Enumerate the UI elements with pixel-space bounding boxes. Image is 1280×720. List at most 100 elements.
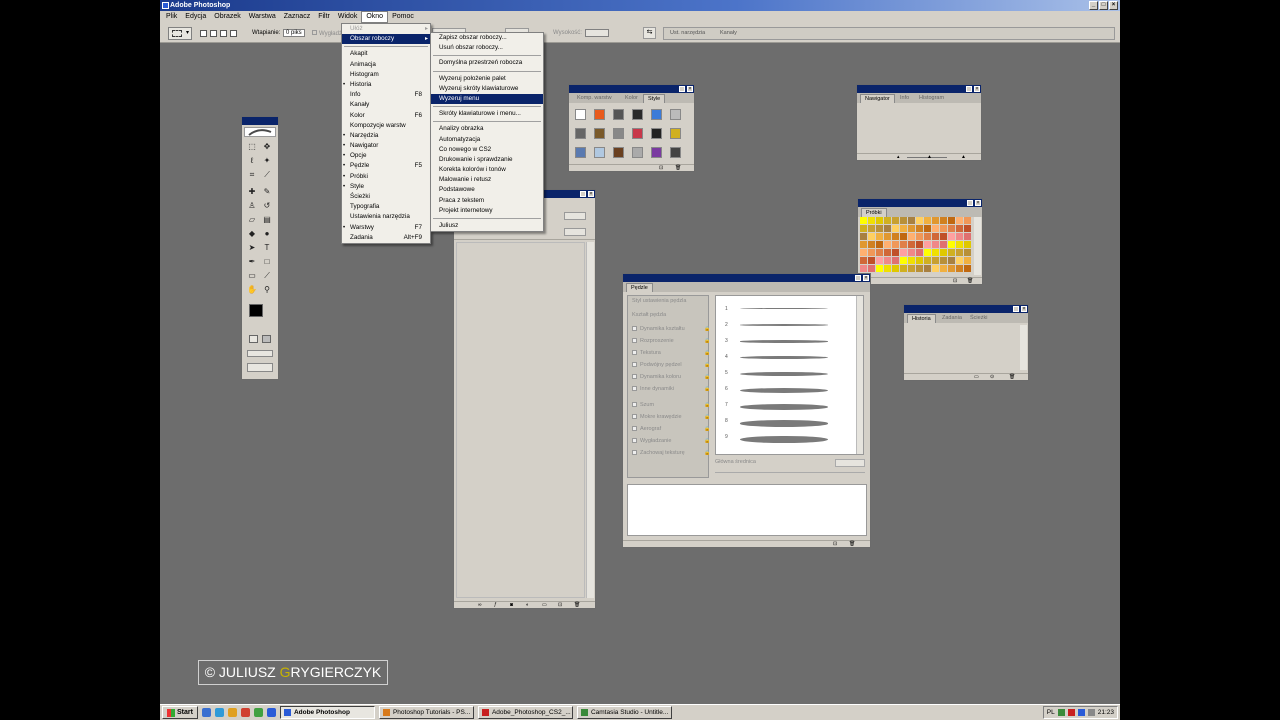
- new-swatch-icon[interactable]: ⊡: [953, 278, 957, 284]
- brush-option-row[interactable]: Tekstura 🔒: [632, 350, 710, 356]
- menu-item[interactable]: Wyzeruj położenie palet: [431, 74, 543, 84]
- color-swatch[interactable]: [932, 217, 939, 224]
- color-swatch[interactable]: [924, 257, 931, 264]
- lock-icon[interactable]: 🔒: [704, 326, 710, 332]
- lock-icon[interactable]: 🔒: [704, 426, 710, 432]
- menu-item[interactable]: Info F8: [342, 90, 430, 100]
- color-swatch[interactable]: [964, 225, 971, 232]
- color-swatch[interactable]: [860, 257, 867, 264]
- color-swatch[interactable]: [900, 265, 907, 272]
- color-swatch[interactable]: [908, 225, 915, 232]
- color-swatch[interactable]: [860, 241, 867, 248]
- color-swatch[interactable]: [916, 233, 923, 240]
- brush-option-row[interactable]: Aerograf 🔒: [632, 426, 710, 432]
- menu-item[interactable]: Usuń obszar roboczy...: [431, 43, 543, 53]
- brush-presets-label[interactable]: Styl ustawienia pędzla: [632, 298, 686, 304]
- selection-mode-buttons[interactable]: [198, 27, 242, 40]
- feather-logo-icon[interactable]: [244, 127, 276, 137]
- minimize-palette-button[interactable]: [855, 275, 861, 281]
- style-swatch[interactable]: [670, 147, 681, 158]
- lock-icon[interactable]: 🔒: [704, 438, 710, 444]
- menu-item[interactable]: Domyślna przestrzeń robocza: [431, 58, 543, 68]
- close-button[interactable]: ×: [1109, 1, 1118, 10]
- menu-item[interactable]: Juliusz: [431, 221, 543, 231]
- tab-histogram[interactable]: Histogram: [915, 94, 948, 103]
- color-swatch[interactable]: [916, 241, 923, 248]
- gradient-tool-icon[interactable]: ▤: [262, 215, 272, 225]
- delete-layer-icon[interactable]: 🗑: [574, 602, 580, 608]
- menu-zaznacz[interactable]: Zaznacz: [280, 11, 314, 23]
- lock-icon[interactable]: 🔒: [704, 374, 710, 380]
- start-button[interactable]: Start: [162, 706, 198, 719]
- brush-option-checkbox[interactable]: [632, 414, 637, 419]
- type-tool-icon[interactable]: T: [262, 243, 272, 253]
- color-swatch[interactable]: [876, 265, 883, 272]
- lock-icon[interactable]: 🔒: [704, 414, 710, 420]
- color-swatch[interactable]: [940, 225, 947, 232]
- menu-item[interactable]: Animacja: [342, 60, 430, 70]
- color-swatch[interactable]: [948, 241, 955, 248]
- brush-option-row[interactable]: Inne dynamiki 🔒: [632, 386, 710, 392]
- color-swatch[interactable]: [900, 217, 907, 224]
- color-swatch[interactable]: [876, 233, 883, 240]
- brush-option-checkbox[interactable]: [632, 438, 637, 443]
- brush-option-checkbox[interactable]: [632, 362, 637, 367]
- color-swatch[interactable]: [916, 257, 923, 264]
- menu-item[interactable]: • Pędzle F5: [342, 161, 430, 171]
- brush-option-checkbox[interactable]: [632, 374, 637, 379]
- notes-tool-icon[interactable]: ▭: [247, 271, 257, 281]
- maximize-button[interactable]: □: [1099, 1, 1108, 10]
- new-style-icon[interactable]: ⊡: [659, 165, 663, 171]
- color-swatch[interactable]: [924, 233, 931, 240]
- brush-stroke-sample[interactable]: [740, 340, 828, 343]
- delete-state-icon[interactable]: 🗑: [1009, 374, 1015, 380]
- taskbar-button[interactable]: Photoshop Tutorials - PS...: [378, 706, 474, 719]
- color-swatch[interactable]: [876, 241, 883, 248]
- new-snapshot-icon[interactable]: ⊙: [990, 374, 994, 380]
- new-layer-icon[interactable]: ⊡: [558, 602, 562, 608]
- color-swatch[interactable]: [860, 265, 867, 272]
- minimize-palette-button[interactable]: [966, 86, 972, 92]
- color-swatch[interactable]: [964, 241, 971, 248]
- menu-item[interactable]: Kompozycje warstw: [342, 121, 430, 131]
- color-swatch[interactable]: [956, 241, 963, 248]
- swatches-palette-header[interactable]: ×: [858, 199, 982, 207]
- move-tool-icon[interactable]: ✥: [262, 142, 272, 152]
- brush-option-checkbox[interactable]: [632, 338, 637, 343]
- color-swatch[interactable]: [908, 249, 915, 256]
- dodge-tool-icon[interactable]: ●: [262, 229, 272, 239]
- intersect-selection-icon[interactable]: [230, 30, 237, 37]
- color-swatch[interactable]: [940, 233, 947, 240]
- color-swatch[interactable]: [884, 241, 891, 248]
- minimize-button[interactable]: _: [1089, 1, 1098, 10]
- menu-item[interactable]: Skróty klawiaturowe i menu...: [431, 109, 543, 119]
- brush-stroke-sample[interactable]: [740, 308, 828, 309]
- adjustment-layer-icon[interactable]: ◐: [526, 602, 529, 608]
- path-selection-icon[interactable]: ➤: [247, 243, 257, 253]
- zoom-in-icon[interactable]: ▲: [961, 154, 966, 160]
- style-swatch[interactable]: [613, 128, 624, 139]
- diameter-input[interactable]: [835, 459, 865, 467]
- color-swatch[interactable]: [932, 233, 939, 240]
- menu-item[interactable]: Malowanie i retusz: [431, 175, 543, 185]
- color-swatch[interactable]: [916, 249, 923, 256]
- menu-pomoc[interactable]: Pomoc: [388, 11, 418, 23]
- style-swatch[interactable]: [670, 128, 681, 139]
- menu-item[interactable]: Kanały: [342, 100, 430, 110]
- color-swatch[interactable]: [860, 249, 867, 256]
- antivirus-icon[interactable]: [1067, 709, 1075, 716]
- color-swatch[interactable]: [868, 241, 875, 248]
- brush-stroke-sample[interactable]: [740, 420, 828, 427]
- color-swatch[interactable]: [964, 249, 971, 256]
- navigator-palette-header[interactable]: ×: [857, 85, 981, 93]
- brush-option-row[interactable]: Rozproszenie 🔒: [632, 338, 710, 344]
- new-brush-icon[interactable]: ⊡: [833, 541, 837, 547]
- color-swatch[interactable]: [940, 249, 947, 256]
- brush-list-scrollbar[interactable]: [856, 296, 863, 454]
- color-swatch[interactable]: [940, 265, 947, 272]
- color-swatch[interactable]: [892, 265, 899, 272]
- close-palette-button[interactable]: ×: [975, 200, 981, 206]
- color-swatch[interactable]: [924, 217, 931, 224]
- messenger-icon[interactable]: [253, 708, 263, 717]
- swatch-grid[interactable]: [860, 217, 972, 275]
